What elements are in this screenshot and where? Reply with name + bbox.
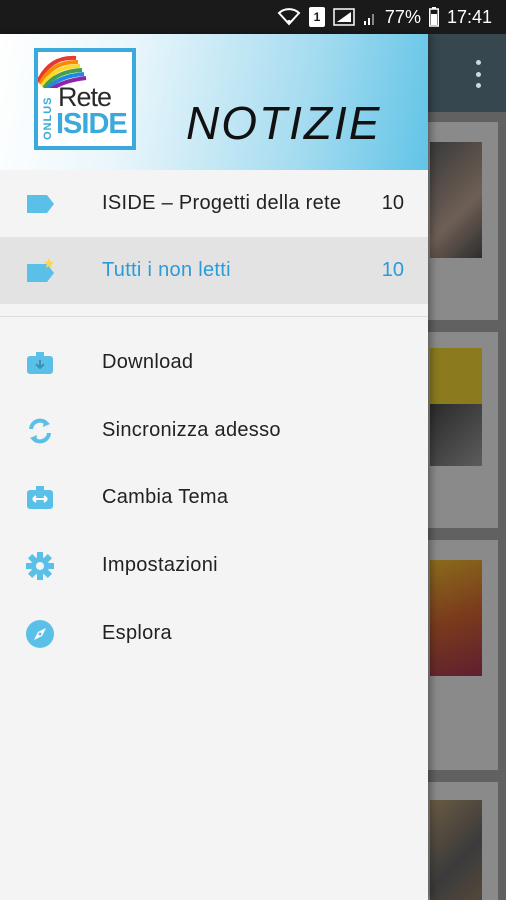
download-icon [24,347,56,379]
more-options-icon[interactable] [468,60,488,88]
rete-iside-logo: ONLUS Rete ISIDE [34,48,136,150]
action-label: Sincronizza adesso [102,419,281,441]
article-card[interactable] [428,540,498,770]
action-settings[interactable]: Impostazioni [0,532,428,599]
logo-iside-text: ISIDE [56,108,128,140]
feed-label: Tutti i non letti [102,259,231,281]
battery-icon [428,7,439,27]
status-bar: 1 77% 17:41 [0,0,506,34]
drawer-title: NOTIZIE [186,97,382,149]
signal-icon [333,8,355,26]
wifi-icon [277,8,301,26]
article-card[interactable] [428,122,498,320]
tag-star-icon [24,255,56,287]
drawer-header: ONLUS Rete ISIDE NOTIZIE [0,34,428,170]
feed-item-tutti-non-letti[interactable]: Tutti i non letti 10 [0,237,428,304]
action-label: Impostazioni [102,554,218,576]
compass-icon [24,618,56,650]
feed-label: ISIDE – Progetti della rete [102,192,342,214]
sync-icon [24,415,56,447]
clock: 17:41 [446,6,492,27]
signal-weak-icon [363,8,377,26]
action-label: Cambia Tema [102,486,229,508]
battery-percent: 77% [384,6,421,27]
article-thumbnail [430,800,482,900]
action-sync[interactable]: Sincronizza adesso [0,397,428,464]
action-explore[interactable]: Esplora [0,600,428,667]
article-thumbnail [430,560,482,676]
action-label: Esplora [102,622,172,644]
article-card[interactable] [428,332,498,528]
action-label: Download [102,351,194,373]
settings-icon [24,550,56,582]
drawer-divider [0,316,428,317]
action-change-theme[interactable]: Cambia Tema [0,464,428,531]
navigation-drawer: ONLUS Rete ISIDE NOTIZIE ISIDE – Progett… [0,34,428,900]
article-thumbnail [430,404,482,466]
tag-icon [24,188,56,220]
article-card[interactable] [428,782,498,900]
unread-count: 10 [381,259,404,281]
logo-onlus-text: ONLUS [42,96,54,141]
article-thumbnail [430,142,482,258]
article-thumbnail [430,348,482,404]
theme-icon [24,482,56,514]
action-download[interactable]: Download [0,329,428,396]
unread-count: 10 [381,192,404,214]
feed-item-iside-progetti[interactable]: ISIDE – Progetti della rete 10 [0,170,428,237]
sim-icon: 1 [308,7,325,27]
